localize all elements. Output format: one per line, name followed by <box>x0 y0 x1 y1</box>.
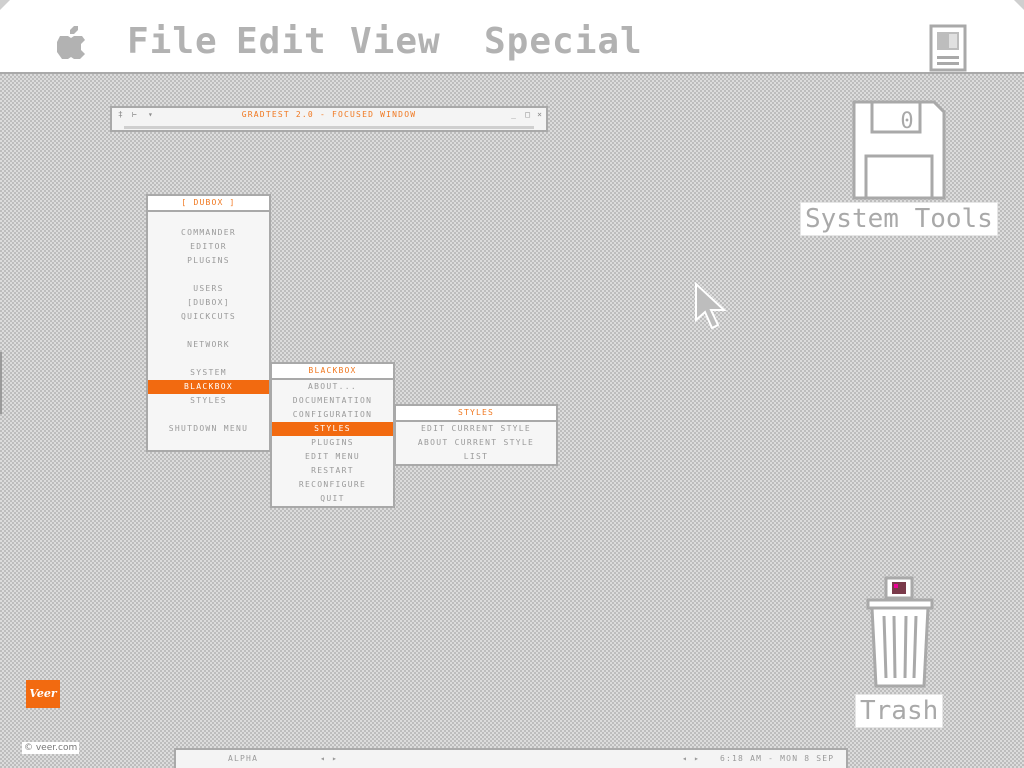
window-titlebar[interactable]: ‡ ⊢ ▾ GRADTEST 2.0 - FOCUSED WINDOW _ □ … <box>112 108 546 124</box>
veer-logo: Veer <box>26 680 60 708</box>
window-arrows[interactable]: ◂ ▸ <box>682 753 700 765</box>
mouse-cursor-icon <box>695 282 727 330</box>
blackbox-item-plugins[interactable]: PLUGINS <box>272 436 393 450</box>
root-menu: [ DUBOX ] COMMANDER EDITOR PLUGINS USERS… <box>146 194 271 452</box>
styles-item-edit-current-style[interactable]: EDIT CURRENT STYLE <box>396 422 556 436</box>
blackbox-item-reconfigure[interactable]: RECONFIGURE <box>272 478 393 492</box>
blackbox-item-quit[interactable]: QUIT <box>272 492 393 506</box>
system-tools-label[interactable]: System Tools <box>800 202 998 236</box>
menu-separator <box>148 408 269 422</box>
root-menu-item-system[interactable]: SYSTEM <box>148 366 269 380</box>
styles-item-about-current-style[interactable]: ABOUT CURRENT STYLE <box>396 436 556 450</box>
blackbox-submenu-title: BLACKBOX <box>272 364 393 380</box>
toolbar: ALPHA ◂ ▸ ◂ ▸ 6:18 AM - MON 8 SEP <box>174 748 848 768</box>
clock: 6:18 AM - MON 8 SEP <box>720 754 835 763</box>
workspace-arrows[interactable]: ◂ ▸ <box>320 753 338 765</box>
menu-separator <box>148 352 269 366</box>
root-menu-item-blackbox[interactable]: BLACKBOX <box>148 380 269 394</box>
root-menu-item-commander[interactable]: COMMANDER <box>148 226 269 240</box>
root-menu-item-users[interactable]: USERS <box>148 282 269 296</box>
system-icon[interactable] <box>929 24 967 72</box>
trash-can-icon[interactable] <box>862 576 938 688</box>
menu-special[interactable]: Special <box>484 22 643 62</box>
window-minimize-icon[interactable]: _ <box>511 109 516 121</box>
window-maximize-icon[interactable]: □ <box>525 109 530 121</box>
menu-view[interactable]: View <box>350 22 441 62</box>
workspace-name[interactable]: ALPHA <box>228 753 258 765</box>
blackbox-item-styles[interactable]: STYLES <box>272 422 393 436</box>
window-title: GRADTEST 2.0 - FOCUSED WINDOW <box>241 110 417 119</box>
menu-bar: File Edit View Special <box>0 0 1024 74</box>
menu-file[interactable]: File <box>127 22 218 62</box>
root-menu-item-editor[interactable]: EDITOR <box>148 240 269 254</box>
root-menu-item-network[interactable]: NETWORK <box>148 338 269 352</box>
apple-icon[interactable] <box>54 24 88 60</box>
left-edge-handle[interactable] <box>0 352 2 414</box>
styles-submenu: STYLES EDIT CURRENT STYLE ABOUT CURRENT … <box>394 404 558 466</box>
menu-bar-corner-right <box>1014 0 1024 10</box>
styles-submenu-title: STYLES <box>396 406 556 422</box>
floppy-disk-icon[interactable]: 0 <box>850 100 948 200</box>
trash-label[interactable]: Trash <box>855 694 944 728</box>
window-close-icon[interactable]: × <box>537 109 542 121</box>
window-handle[interactable] <box>124 126 534 129</box>
menu-separator <box>148 268 269 282</box>
root-menu-item-quickcuts[interactable]: QUICKCUTS <box>148 310 269 324</box>
blackbox-item-edit-menu[interactable]: EDIT MENU <box>272 450 393 464</box>
menu-separator <box>148 324 269 338</box>
menu-spacer <box>148 212 269 226</box>
root-menu-item-plugins[interactable]: PLUGINS <box>148 254 269 268</box>
styles-item-list[interactable]: LIST <box>396 450 556 464</box>
blackbox-submenu: BLACKBOX ABOUT... DOCUMENTATION CONFIGUR… <box>270 362 395 508</box>
blackbox-item-configuration[interactable]: CONFIGURATION <box>272 408 393 422</box>
watermark: © veer.com <box>22 742 80 754</box>
blackbox-item-documentation[interactable]: DOCUMENTATION <box>272 394 393 408</box>
focused-window[interactable]: ‡ ⊢ ▾ GRADTEST 2.0 - FOCUSED WINDOW _ □ … <box>110 106 548 132</box>
root-menu-title: [ DUBOX ] <box>148 196 269 212</box>
blackbox-item-about[interactable]: ABOUT... <box>272 380 393 394</box>
floppy-disk-mark: 0 <box>900 109 913 134</box>
menu-edit[interactable]: Edit <box>236 22 327 62</box>
root-menu-item-shutdown-menu[interactable]: SHUTDOWN MENU <box>148 422 269 436</box>
root-menu-item-styles[interactable]: STYLES <box>148 394 269 408</box>
root-menu-item-dubox[interactable]: [DUBOX] <box>148 296 269 310</box>
menu-bar-corner-left <box>0 0 10 10</box>
blackbox-item-restart[interactable]: RESTART <box>272 464 393 478</box>
